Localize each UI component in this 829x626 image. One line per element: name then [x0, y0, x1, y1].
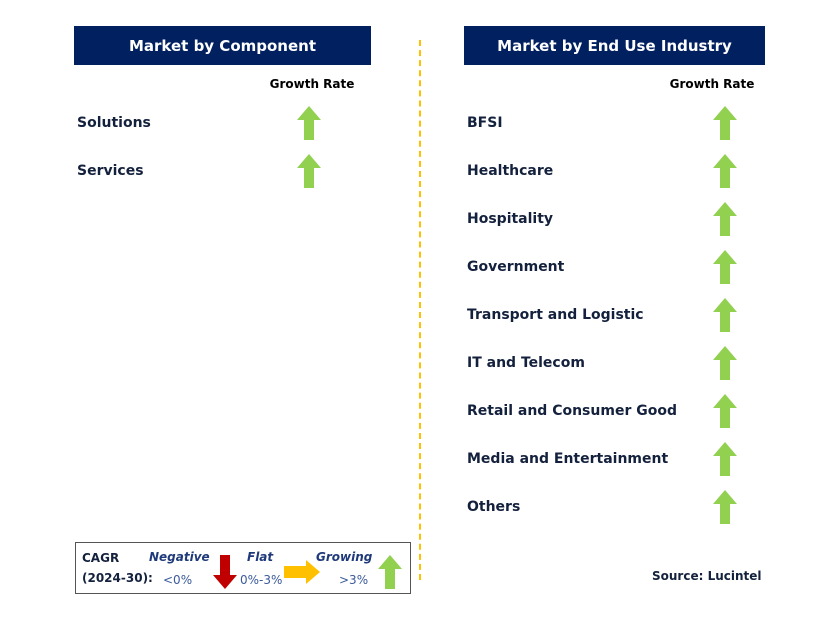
up-arrow-icon [713, 250, 737, 284]
row-label: Services [77, 163, 144, 179]
up-arrow-icon [713, 346, 737, 380]
row-label: Retail and Consumer Good [467, 403, 677, 419]
up-arrow-icon [713, 442, 737, 476]
legend-negative: Negative [149, 550, 210, 564]
row-label: Government [467, 259, 565, 275]
row-label: Others [467, 499, 521, 515]
row-label: Healthcare [467, 163, 554, 179]
row-label: BFSI [467, 115, 503, 131]
legend-period: (2024-30): [82, 571, 153, 585]
legend-flat-range: 0%-3% [240, 573, 283, 587]
row-label: Media and Entertainment [467, 451, 669, 467]
down-arrow-icon [213, 555, 237, 589]
row-label: Solutions [77, 115, 151, 131]
legend: CAGR (2024-30): Negative <0% Flat 0%-3% … [75, 542, 411, 594]
up-arrow-icon [297, 154, 321, 188]
up-arrow-icon [713, 154, 737, 188]
up-arrow-icon [297, 106, 321, 140]
up-arrow-icon [713, 394, 737, 428]
legend-negative-range: <0% [163, 573, 193, 587]
right-arrow-icon [284, 560, 320, 584]
divider [419, 40, 421, 580]
legend-growing-range: >3% [339, 573, 369, 587]
up-arrow-icon [713, 202, 737, 236]
growth-rate-label: Growth Rate [669, 77, 755, 91]
row-label: Transport and Logistic [467, 307, 644, 323]
up-arrow-icon [713, 298, 737, 332]
row-label: IT and Telecom [467, 355, 585, 371]
up-arrow-icon [378, 555, 402, 589]
row-label: Hospitality [467, 211, 554, 227]
legend-flat: Flat [247, 550, 274, 564]
up-arrow-icon [713, 106, 737, 140]
component-header: Market by Component [74, 26, 371, 65]
source: Source: Lucintel [652, 569, 762, 583]
legend-cagr: CAGR [82, 551, 120, 565]
legend-growing: Growing [316, 550, 373, 564]
up-arrow-icon [713, 490, 737, 524]
growth-rate-label: Growth Rate [269, 77, 355, 91]
end-use-header: Market by End Use Industry [464, 26, 765, 65]
